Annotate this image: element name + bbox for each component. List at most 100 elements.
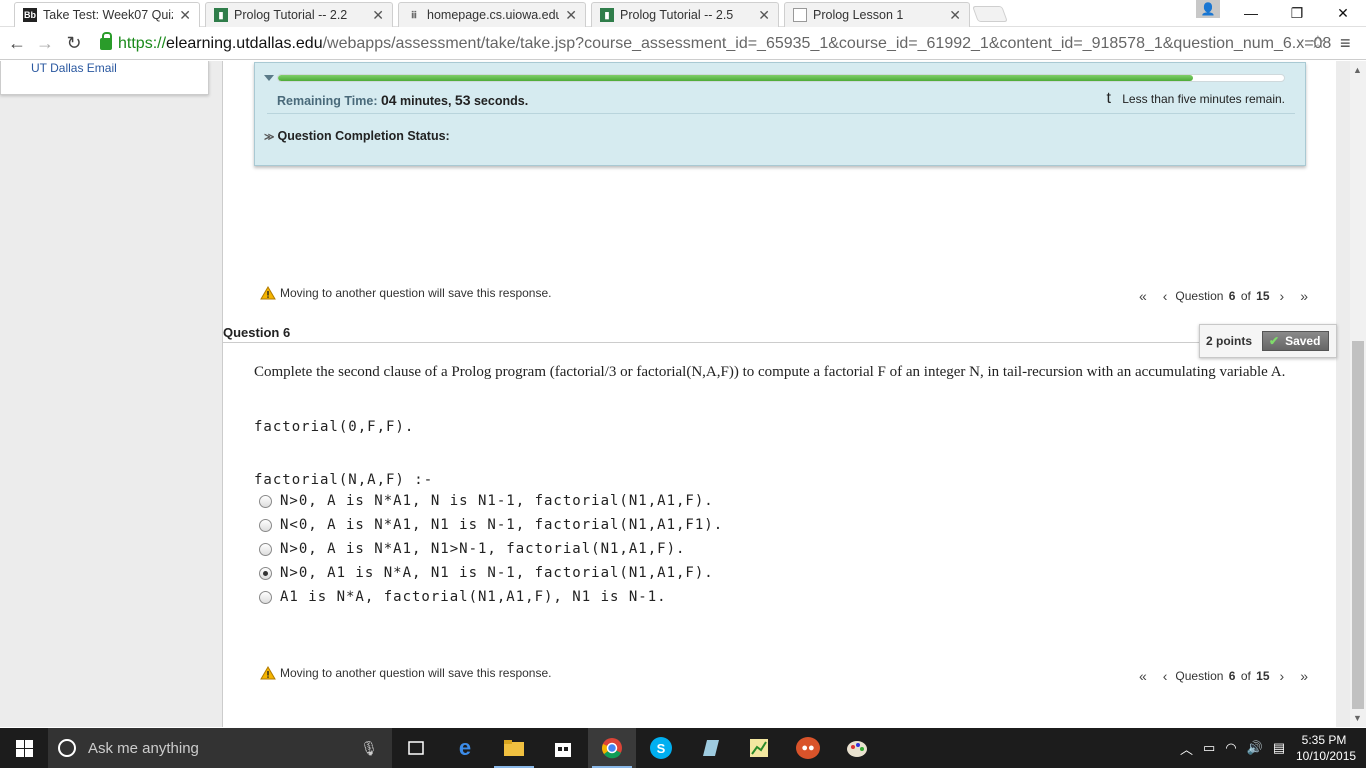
task-view-icon[interactable] <box>392 728 440 768</box>
remaining-seconds: 53 <box>454 92 471 108</box>
close-icon[interactable]: ✕ <box>565 7 577 24</box>
notifications-icon[interactable]: ▤ <box>1273 740 1285 756</box>
tab-title: Prolog Lesson 1 <box>813 8 904 22</box>
uiowa-icon: ⅲ <box>411 9 417 20</box>
chrome-icon[interactable] <box>588 728 636 768</box>
scroll-down-icon[interactable]: ▼ <box>1353 713 1362 723</box>
answer-option-text: N>0, A1 is N*A, N1 is N-1, factorial(N1,… <box>280 565 714 581</box>
last-question-icon[interactable]: » <box>1300 288 1308 304</box>
radio-button[interactable] <box>259 590 272 604</box>
tab-prolog-2-2[interactable]: ▮ Prolog Tutorial -- 2.2 ✕ <box>205 2 393 27</box>
microphone-icon[interactable]: 🎙 <box>360 740 378 757</box>
save-notice-text: Moving to another question will save thi… <box>280 286 552 300</box>
url-scheme: https:// <box>118 34 167 52</box>
next-question-icon[interactable]: › <box>1280 668 1285 684</box>
clock-date: 10/10/2015 <box>1296 749 1357 763</box>
tab-title: homepage.cs.uiowa.edu/~ <box>427 8 560 22</box>
answer-option[interactable]: N<0, A is N*A1, N1 is N-1, factorial(N1,… <box>259 517 723 533</box>
new-tab-button[interactable] <box>972 6 1008 22</box>
collapse-triangle-icon[interactable] <box>264 75 274 81</box>
menu-icon[interactable]: ≡ <box>1340 33 1360 53</box>
scrollbar-thumb[interactable] <box>1352 341 1364 709</box>
minimize-button[interactable]: — <box>1228 0 1274 26</box>
answer-option[interactable]: N>0, A is N*A1, N1>N-1, factorial(N1,A1,… <box>259 541 685 557</box>
browser-toolbar: ← → ↻ https:// elearning.utdallas.edu /w… <box>0 27 1366 60</box>
tab-prolog-2-5[interactable]: ▮ Prolog Tutorial -- 2.5 ✕ <box>591 2 779 27</box>
taskbar: Ask me anything 🎙 e S ●● ︿ ▭ ◠ 🔊 ▤ 5:35 … <box>0 728 1366 768</box>
question-title: Question 6 <box>223 325 291 340</box>
scroll-up-icon[interactable]: ▲ <box>1353 65 1362 75</box>
pager-total: 15 <box>1256 669 1270 683</box>
paint-icon[interactable] <box>833 728 881 768</box>
save-notice-top: Moving to another question will save thi… <box>260 286 551 300</box>
url-path: /webapps/assessment/take/take.jsp?course… <box>322 34 1332 52</box>
close-icon[interactable]: ✕ <box>949 7 961 24</box>
saved-label: Saved <box>1285 334 1321 348</box>
restore-button[interactable]: ❐ <box>1274 0 1320 26</box>
completion-status-label: Question Completion Status: <box>277 129 450 143</box>
minutes-unit: minutes, <box>400 94 452 108</box>
remaining-minutes: 04 <box>380 92 397 108</box>
taskbar-search-box[interactable]: Ask me anything 🎙 <box>48 728 392 768</box>
pager-current: 6 <box>1228 669 1236 683</box>
warning-icon <box>260 666 276 680</box>
tab-title: Prolog Tutorial -- 2.5 <box>620 8 734 22</box>
close-window-button[interactable]: ✕ <box>1320 0 1366 26</box>
taskbar-clock[interactable]: 5:35 PM 10/10/2015 <box>1296 732 1357 764</box>
chevron-down-icon: ≫ <box>264 132 275 143</box>
green-doc-icon: ▮ <box>214 8 228 22</box>
tab-uiowa[interactable]: ⅲ homepage.cs.uiowa.edu/~ ✕ <box>398 2 586 27</box>
close-icon[interactable]: ✕ <box>179 7 191 24</box>
system-tray: ︿ ▭ ◠ 🔊 ▤ <box>1175 728 1290 768</box>
address-bar[interactable]: https:// elearning.utdallas.edu /webapps… <box>94 30 1338 57</box>
chart-app-icon[interactable] <box>735 728 783 768</box>
reload-icon[interactable]: ↻ <box>62 31 86 55</box>
remaining-time: Remaining Time: 04 minutes, 53 seconds. <box>277 92 528 108</box>
ut-dallas-email-link[interactable]: UT Dallas Email <box>31 61 117 75</box>
chevron-up-icon[interactable]: ︿ <box>1180 739 1193 758</box>
page-icon <box>793 8 807 22</box>
volume-icon[interactable]: 🔊 <box>1247 740 1263 756</box>
tab-title: Take Test: Week07 Quiz Pr <box>43 8 173 22</box>
warning-icon <box>260 286 276 300</box>
file-explorer-icon[interactable] <box>490 728 538 768</box>
tab-title: Prolog Tutorial -- 2.2 <box>234 8 348 22</box>
warning-glyph: t <box>1106 90 1111 107</box>
previous-question-icon[interactable]: ‹ <box>1163 668 1168 684</box>
owl-app-icon[interactable]: ●● <box>784 728 832 768</box>
bookmark-star-icon[interactable]: ☆ <box>1310 32 1326 53</box>
answer-option-text: A1 is N*A, factorial(N1,A1,F), N1 is N-1… <box>280 589 667 605</box>
radio-button[interactable] <box>259 518 272 532</box>
back-icon[interactable]: ← <box>5 31 29 55</box>
close-icon[interactable]: ✕ <box>372 7 384 24</box>
answer-option-selected[interactable]: N>0, A1 is N*A, N1 is N-1, factorial(N1,… <box>259 565 714 581</box>
first-question-icon[interactable]: « <box>1139 668 1147 684</box>
completion-status-toggle[interactable]: ≫ Question Completion Status: <box>264 129 450 143</box>
edge-browser-icon[interactable]: e <box>441 728 489 768</box>
close-icon[interactable]: ✕ <box>758 7 770 24</box>
radio-button-selected[interactable] <box>259 566 272 580</box>
windows-start-button[interactable] <box>0 728 48 768</box>
pager-prefix: Question <box>1175 669 1224 683</box>
answer-option[interactable]: N>0, A is N*A1, N is N1-1, factorial(N1,… <box>259 493 714 509</box>
next-question-icon[interactable]: › <box>1280 288 1285 304</box>
first-question-icon[interactable]: « <box>1139 288 1147 304</box>
tab-prolog-lesson[interactable]: Prolog Lesson 1 ✕ <box>784 2 970 27</box>
question-heading: Question 6 <box>223 325 1337 343</box>
profile-icon[interactable]: 👤 <box>1196 0 1220 18</box>
pager-of: of <box>1240 669 1251 683</box>
store-icon[interactable] <box>539 728 587 768</box>
previous-question-icon[interactable]: ‹ <box>1163 288 1168 304</box>
tab-take-test[interactable]: Bb Take Test: Week07 Quiz Pr ✕ <box>14 2 200 27</box>
radio-button[interactable] <box>259 494 272 508</box>
forward-icon[interactable]: → <box>33 31 57 55</box>
battery-icon[interactable]: ▭ <box>1203 740 1215 756</box>
page-scrollbar[interactable]: ▲ ▼ <box>1350 61 1366 727</box>
last-question-icon[interactable]: » <box>1300 668 1308 684</box>
answer-option[interactable]: A1 is N*A, factorial(N1,A1,F), N1 is N-1… <box>259 589 667 605</box>
notepad-icon[interactable] <box>686 728 734 768</box>
skype-icon[interactable]: S <box>637 728 685 768</box>
radio-button[interactable] <box>259 542 272 556</box>
time-warning: t Less than five minutes remain. <box>1106 90 1285 108</box>
wifi-icon[interactable]: ◠ <box>1225 740 1236 756</box>
